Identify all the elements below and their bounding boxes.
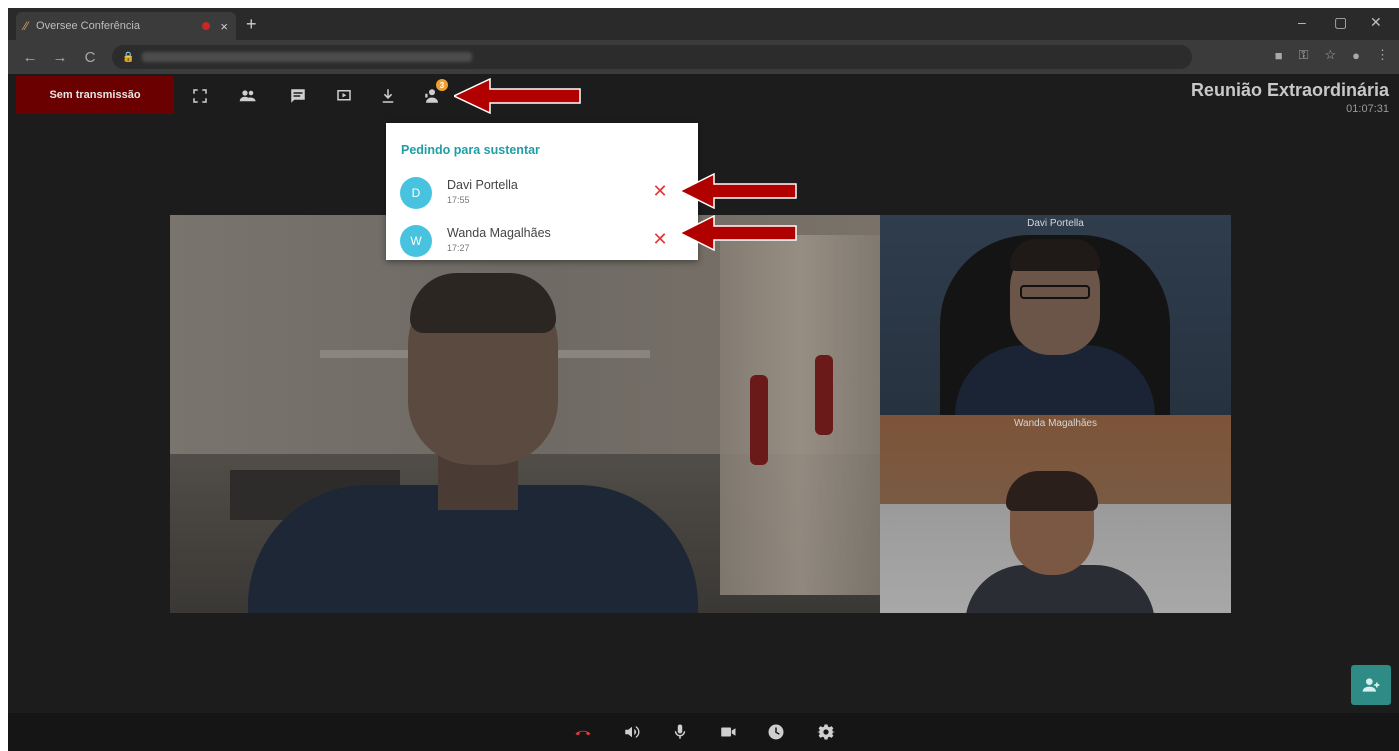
settings-gear-icon[interactable]	[816, 722, 836, 742]
lock-icon: 🔒	[122, 51, 135, 63]
video-glasses	[1020, 285, 1090, 299]
participant-name-label: Wanda Magalhães	[1013, 418, 1097, 429]
menu-icon[interactable]: ⋮	[1376, 47, 1389, 63]
annotation-arrow-icon	[680, 173, 797, 209]
add-person-icon	[1362, 678, 1380, 692]
video-curtain	[720, 235, 880, 595]
video-person-hair	[410, 273, 556, 333]
meeting-info: Reunião Extraordinária 01:07:31	[1191, 80, 1389, 115]
meeting-title: Reunião Extraordinária	[1190, 80, 1389, 100]
request-time: 17:27	[447, 243, 470, 253]
tab-close-icon[interactable]: ×	[220, 19, 228, 34]
profile-icon[interactable]: ●	[1352, 48, 1360, 63]
back-button[interactable]: ←	[22, 49, 38, 66]
tab-title: Oversee Conferência	[36, 20, 140, 32]
fullscreen-icon[interactable]	[188, 84, 212, 108]
microphone-icon[interactable]	[670, 722, 690, 742]
download-icon[interactable]	[376, 84, 400, 108]
participants-icon[interactable]	[236, 84, 260, 108]
favicon-icon: ⁄⁄	[24, 19, 29, 33]
video-extinguisher	[815, 355, 833, 435]
hang-up-icon[interactable]	[573, 722, 593, 742]
remove-request-icon[interactable]: ✕	[650, 181, 670, 201]
browser-actions: ■ ⚿ ☆ ● ⋮	[1275, 47, 1389, 63]
request-item: W Wanda Magalhães 17:27 ✕	[400, 223, 685, 259]
remove-request-icon[interactable]: ✕	[650, 229, 670, 249]
participant-name-label: Davi Portella	[1027, 218, 1084, 229]
request-item: D Davi Portella 17:55 ✕	[400, 175, 685, 211]
avatar: D	[400, 177, 432, 209]
forward-button[interactable]: →	[52, 49, 68, 66]
url-field[interactable]: 🔒	[112, 45, 1192, 69]
maximize-button[interactable]: ▢	[1334, 14, 1347, 31]
request-name: Davi Portella	[447, 178, 518, 192]
video-person-hair	[1006, 471, 1098, 511]
volume-icon[interactable]	[622, 722, 642, 742]
camera-icon[interactable]	[718, 722, 738, 742]
url-blurred	[142, 52, 473, 62]
star-icon[interactable]: ☆	[1324, 47, 1336, 63]
screen-share-icon[interactable]	[332, 84, 356, 108]
annotation-arrow-icon	[454, 78, 581, 114]
camera-indicator-icon[interactable]: ■	[1275, 48, 1283, 63]
chat-icon[interactable]	[286, 84, 310, 108]
annotation-arrow-icon	[680, 215, 797, 251]
transmission-button[interactable]: Sem transmissão	[16, 76, 174, 114]
request-name: Wanda Magalhães	[447, 226, 551, 240]
meeting-timer: 01:07:31	[1346, 103, 1389, 115]
browser-tabstrip: ⁄⁄ Oversee Conferência × + – ▢ ✕	[8, 8, 1399, 40]
request-time: 17:55	[447, 195, 470, 205]
speak-requests-panel: Pedindo para sustentar D Davi Portella 1…	[386, 123, 698, 260]
video-extinguisher	[750, 375, 768, 465]
add-participant-button[interactable]	[1351, 665, 1391, 705]
recording-indicator-icon	[202, 22, 211, 30]
panel-title: Pedindo para sustentar	[401, 143, 540, 157]
avatar: W	[400, 225, 432, 257]
conference-toolbar: Sem transmissão 3 Reunião Extraordinária…	[8, 74, 1399, 120]
browser-tab[interactable]: ⁄⁄ Oversee Conferência ×	[16, 12, 236, 40]
minimize-button[interactable]: –	[1298, 14, 1306, 30]
video-person-hair	[1010, 239, 1100, 271]
speak-requests-icon[interactable]: 3	[420, 79, 448, 108]
requests-badge: 3	[436, 79, 448, 91]
participant-video-1[interactable]: Davi Portella	[880, 215, 1231, 415]
call-controls	[8, 713, 1399, 751]
clock-icon[interactable]	[766, 722, 786, 742]
app-window: ⁄⁄ Oversee Conferência × + – ▢ ✕ ← → C 🔒…	[8, 8, 1399, 751]
browser-address-bar: ← → C 🔒 ■ ⚿ ☆ ● ⋮	[8, 40, 1399, 74]
reload-button[interactable]: C	[82, 49, 98, 66]
new-tab-button[interactable]: +	[246, 14, 257, 35]
window-close-button[interactable]: ✕	[1370, 14, 1382, 31]
key-icon[interactable]: ⚿	[1299, 47, 1309, 63]
main-video[interactable]	[170, 215, 880, 613]
participant-video-2[interactable]: Wanda Magalhães	[880, 415, 1231, 613]
